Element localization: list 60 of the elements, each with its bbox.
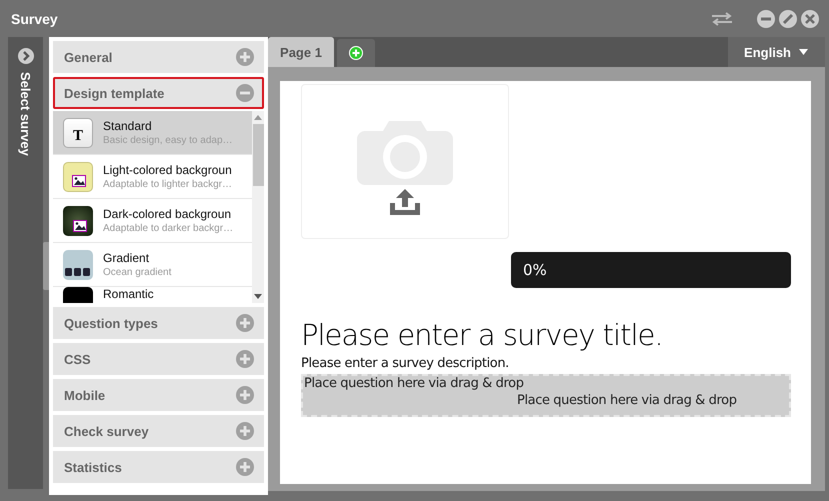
- panel-handle[interactable]: [43, 242, 49, 290]
- plus-icon[interactable]: [236, 386, 254, 404]
- template-description: Ocean gradient: [103, 267, 172, 278]
- survey-description[interactable]: Please enter a survey description.: [301, 356, 791, 371]
- add-page-tab[interactable]: [337, 39, 375, 67]
- upload-icon: [390, 188, 420, 214]
- plus-icon[interactable]: [236, 48, 254, 66]
- progress-text: 0%: [523, 261, 547, 279]
- template-description: Adaptable to lighter backgr…: [103, 179, 232, 190]
- accordion-header[interactable]: Question types: [53, 307, 264, 339]
- accordion-header[interactable]: Design template: [53, 77, 264, 109]
- section-label: Statistics: [64, 460, 122, 474]
- side-strip[interactable]: Select survey: [8, 37, 43, 489]
- close-icon[interactable]: [801, 10, 819, 28]
- swap-icon[interactable]: [711, 12, 733, 26]
- plus-icon[interactable]: [236, 458, 254, 476]
- template-title: Dark-colored backgroun: [103, 207, 232, 221]
- template-title: Light-colored backgroun: [103, 163, 232, 177]
- plus-icon[interactable]: [236, 314, 254, 332]
- template-thumbnail: [63, 287, 93, 303]
- minus-icon[interactable]: [236, 84, 254, 102]
- drop-hint: Place question here via drag & drop: [303, 376, 525, 391]
- scroll-down-arrow[interactable]: [254, 294, 262, 299]
- scrollbar[interactable]: [252, 111, 264, 303]
- accordion-header[interactable]: Mobile: [53, 379, 264, 411]
- section-label: CSS: [64, 352, 91, 366]
- section-label: Check survey: [64, 424, 149, 438]
- strip-label: Select survey: [18, 72, 33, 156]
- template-thumbnail: [63, 162, 93, 192]
- template-title: Gradient: [103, 251, 150, 265]
- section-label: General: [64, 50, 112, 64]
- language-dropdown[interactable]: English: [728, 37, 825, 67]
- section-label: Mobile: [64, 388, 106, 402]
- drop-zone[interactable]: Place question here via drag & drop Place question here via drag & drop: [301, 374, 791, 417]
- accordion-header[interactable]: CSS: [53, 343, 264, 375]
- scroll-thumb[interactable]: [252, 124, 264, 186]
- template-thumbnail: [63, 206, 93, 236]
- template-title: Romantic: [103, 287, 154, 302]
- section-label: Question types: [64, 316, 158, 330]
- window-title: Survey: [11, 10, 58, 26]
- accordion-header[interactable]: General: [53, 41, 264, 73]
- drop-hint: Place question here via drag & drop: [516, 393, 738, 408]
- arrow-right-icon[interactable]: [18, 48, 34, 64]
- page-tab[interactable]: Page 1: [268, 37, 334, 67]
- template-description: Adaptable to darker backgr…: [103, 223, 234, 234]
- template-thumbnail: [63, 250, 93, 280]
- add-icon: [349, 46, 363, 60]
- accordion-header[interactable]: Check survey: [53, 415, 264, 447]
- template-description: Basic design, easy to adap…: [103, 135, 233, 146]
- template-title: Standard: [103, 119, 153, 133]
- survey-title[interactable]: Please enter a survey title.: [301, 318, 791, 352]
- plus-icon[interactable]: [236, 422, 254, 440]
- template-item[interactable]: T Standard Basic design, easy to adap…: [53, 111, 252, 155]
- section-label: Design template: [64, 86, 164, 100]
- caret-icon: [799, 49, 808, 55]
- image-upload-area[interactable]: [301, 84, 509, 239]
- template-thumbnail: T: [63, 118, 93, 148]
- plus-icon[interactable]: [236, 350, 254, 368]
- accordion-header[interactable]: Statistics: [53, 451, 264, 483]
- minimize-icon[interactable]: [757, 10, 775, 28]
